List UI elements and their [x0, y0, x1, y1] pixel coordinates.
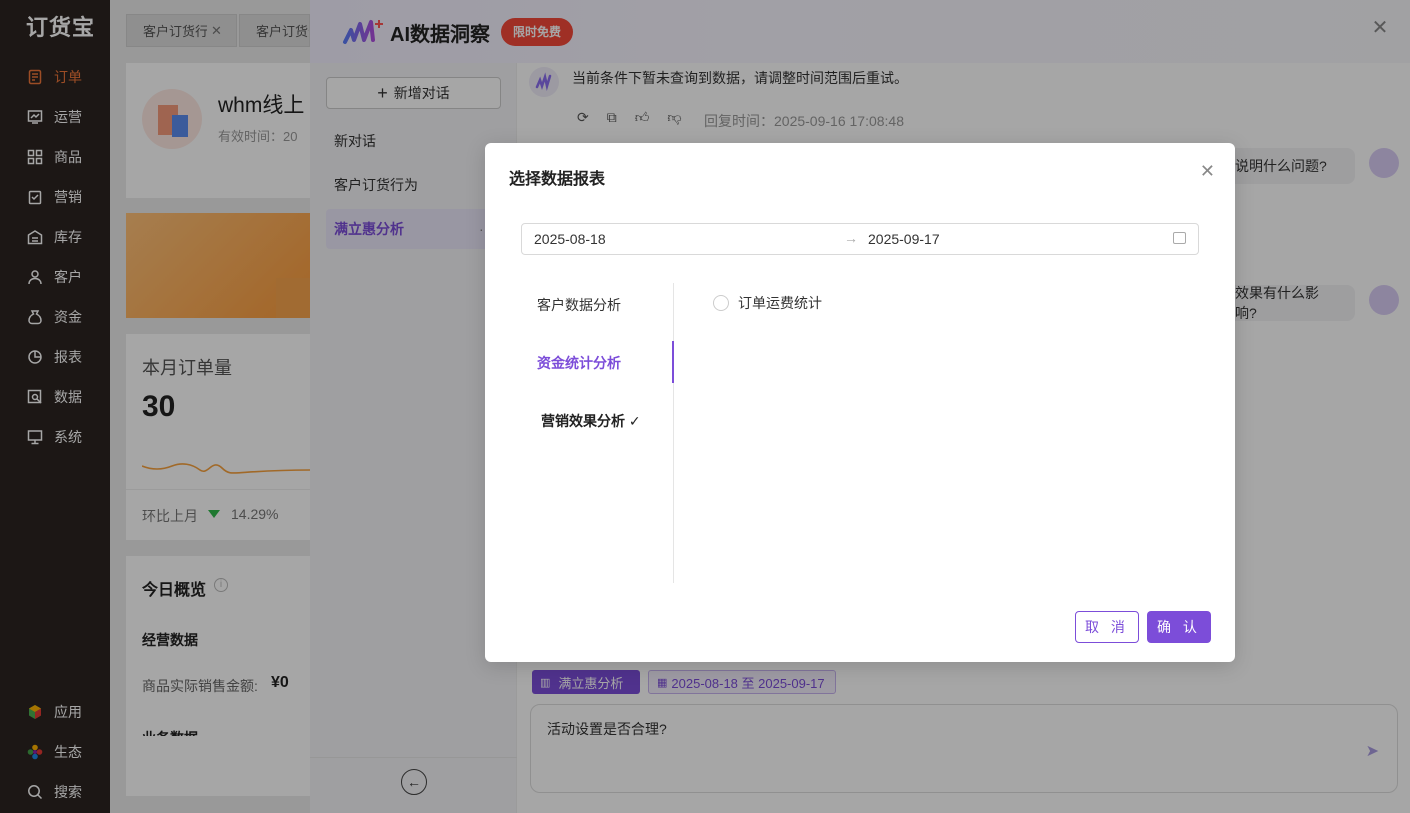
- report-option[interactable]: 订单运费统计: [713, 293, 822, 313]
- report-option-label: 订单运费统计: [738, 295, 822, 311]
- category-label: 客户数据分析: [537, 297, 621, 313]
- date-range-picker[interactable]: 2025-08-18 → 2025-09-17: [521, 223, 1199, 255]
- category-divider: [673, 283, 674, 583]
- category-customer-analysis[interactable]: 客户数据分析: [537, 295, 687, 315]
- cancel-button[interactable]: 取 消: [1075, 611, 1139, 643]
- range-arrow-icon: →: [844, 230, 858, 246]
- dialog-title: 选择数据报表: [509, 171, 606, 188]
- confirm-label: 确 认: [1157, 619, 1201, 635]
- calendar-icon[interactable]: [1173, 232, 1186, 244]
- cancel-label: 取 消: [1085, 619, 1129, 635]
- close-icon[interactable]: ✕: [1200, 161, 1215, 182]
- select-report-dialog: 选择数据报表 ✕ 2025-08-18 → 2025-09-17 客户数据分析 …: [485, 143, 1235, 662]
- category-label: 营销效果分析 ✓: [541, 413, 641, 429]
- radio-button[interactable]: [713, 295, 729, 311]
- category-marketing-analysis[interactable]: 营销效果分析 ✓: [541, 411, 691, 431]
- date-start[interactable]: 2025-08-18: [534, 231, 606, 247]
- confirm-button[interactable]: 确 认: [1147, 611, 1211, 643]
- active-category-indicator: [672, 341, 674, 383]
- category-label: 资金统计分析: [537, 355, 621, 371]
- category-funds-analysis[interactable]: 资金统计分析: [537, 353, 687, 373]
- date-end[interactable]: 2025-09-17: [868, 231, 940, 247]
